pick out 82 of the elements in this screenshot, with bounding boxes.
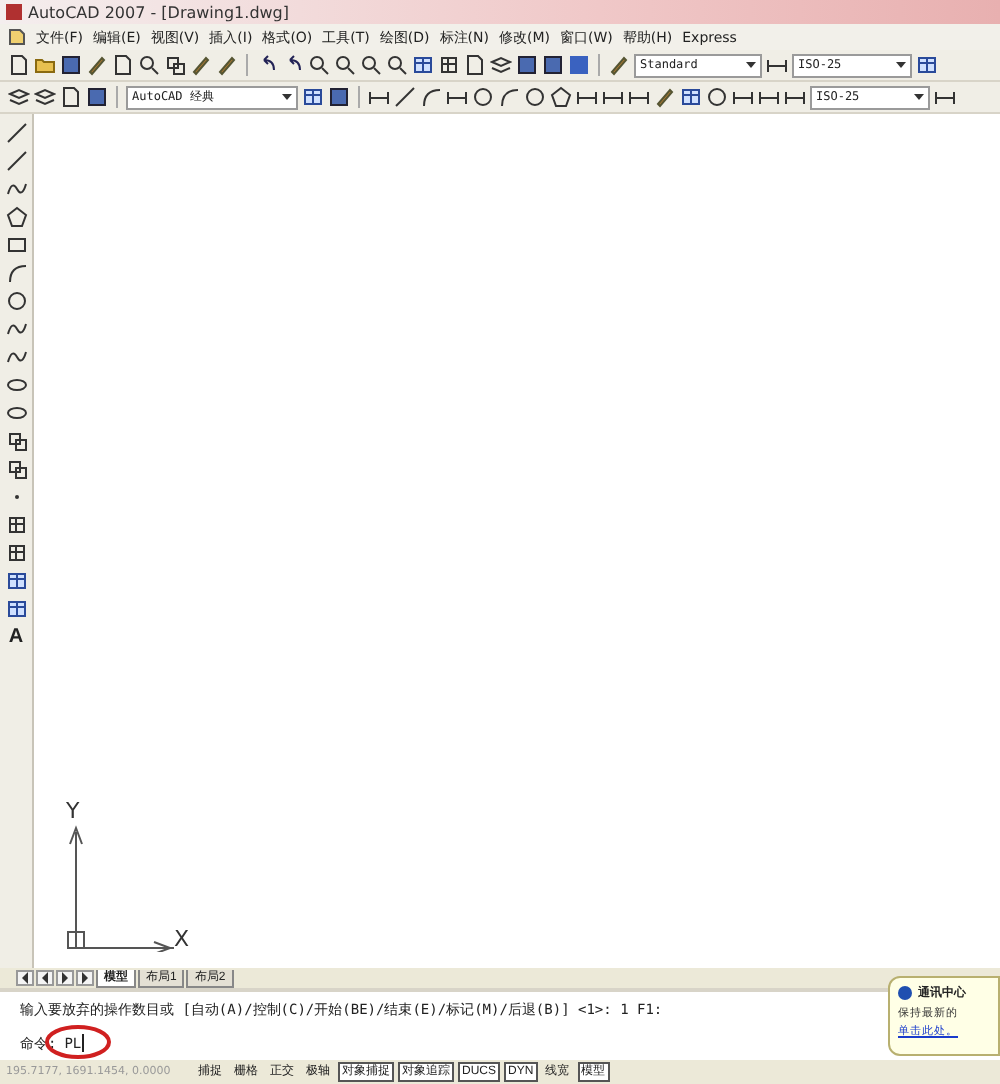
new-file-icon[interactable] [464,54,486,76]
pencil-icon[interactable] [86,54,108,76]
folder-icon[interactable] [34,54,56,76]
app-icon [6,4,22,20]
dimension-icon[interactable] [576,86,598,108]
rectangle-icon[interactable] [5,234,27,256]
new-file-icon[interactable] [60,86,82,108]
ellipse-icon[interactable] [5,402,27,424]
caret-icon [746,62,756,68]
pencil-icon[interactable] [608,54,630,76]
dimension-icon[interactable] [732,86,754,108]
polygon-icon[interactable] [550,86,572,108]
layers-icon[interactable] [8,86,30,108]
dimension-icon[interactable] [784,86,806,108]
circle-icon[interactable] [706,86,728,108]
caret-icon [282,94,292,100]
table-icon[interactable] [5,598,27,620]
tab-nav-button[interactable] [16,970,34,986]
pencil-icon[interactable] [190,54,212,76]
hatch-icon[interactable] [438,54,460,76]
info-icon [898,986,912,1000]
ellipse-icon[interactable] [5,374,27,396]
dimension-icon[interactable] [628,86,650,108]
arc-icon[interactable] [498,86,520,108]
save-icon[interactable] [60,54,82,76]
new-file-icon[interactable] [112,54,134,76]
arc-icon[interactable] [5,262,27,284]
document-icon[interactable] [8,28,26,46]
dimension-icon[interactable] [368,86,390,108]
tab-nav-button[interactable] [76,970,94,986]
new-file-icon[interactable] [8,54,30,76]
zoom-icon[interactable] [360,54,382,76]
caret-icon [896,62,906,68]
pencil-icon[interactable] [216,54,238,76]
layers-icon[interactable] [490,54,512,76]
zoom-icon[interactable] [386,54,408,76]
line-icon[interactable] [394,86,416,108]
text-tool-button[interactable]: A [4,626,28,650]
curve-icon[interactable] [5,346,27,368]
tab-nav-button[interactable] [56,970,74,986]
save-icon[interactable] [328,86,350,108]
dimension-icon[interactable] [446,86,468,108]
dimension-icon[interactable] [758,86,780,108]
drawing-canvas[interactable]: Y X [34,114,1000,968]
table-icon[interactable] [680,86,702,108]
curve-icon[interactable] [5,318,27,340]
zoom-icon[interactable] [138,54,160,76]
tab-nav-button[interactable] [36,970,54,986]
line-icon[interactable] [5,150,27,172]
hatch-icon[interactable] [5,514,27,536]
ucs-icon [66,824,174,952]
line-icon[interactable] [5,122,27,144]
x-axis-label: X [174,926,190,952]
table-icon[interactable] [916,54,938,76]
zoom-icon[interactable] [308,54,330,76]
block-icon[interactable] [5,458,27,480]
window-title: AutoCAD 2007 - [Drawing1.dwg] [28,3,290,21]
y-axis-label: Y [66,798,80,824]
dimension-icon[interactable] [766,54,788,76]
dimension-icon[interactable] [934,86,956,108]
polygon-icon[interactable] [5,206,27,228]
circle-icon[interactable] [5,290,27,312]
save-icon[interactable] [86,86,108,108]
hatch-icon[interactable] [5,542,27,564]
table-icon[interactable] [302,86,324,108]
save-icon[interactable] [516,54,538,76]
highlight-ellipse [44,1024,113,1060]
layers-icon[interactable] [34,86,56,108]
save-icon[interactable] [542,54,564,76]
zoom-icon[interactable] [334,54,356,76]
dimension-icon[interactable] [602,86,624,108]
table-icon[interactable] [412,54,434,76]
arc-icon[interactable] [420,86,442,108]
caret-icon [914,94,924,100]
pencil-icon[interactable] [654,86,676,108]
circle-icon[interactable] [524,86,546,108]
block-icon[interactable] [164,54,186,76]
block-icon[interactable] [5,430,27,452]
circle-icon[interactable] [472,86,494,108]
table-icon[interactable] [5,570,27,592]
text-cursor-icon [81,1034,86,1052]
curve-icon[interactable] [5,178,27,200]
